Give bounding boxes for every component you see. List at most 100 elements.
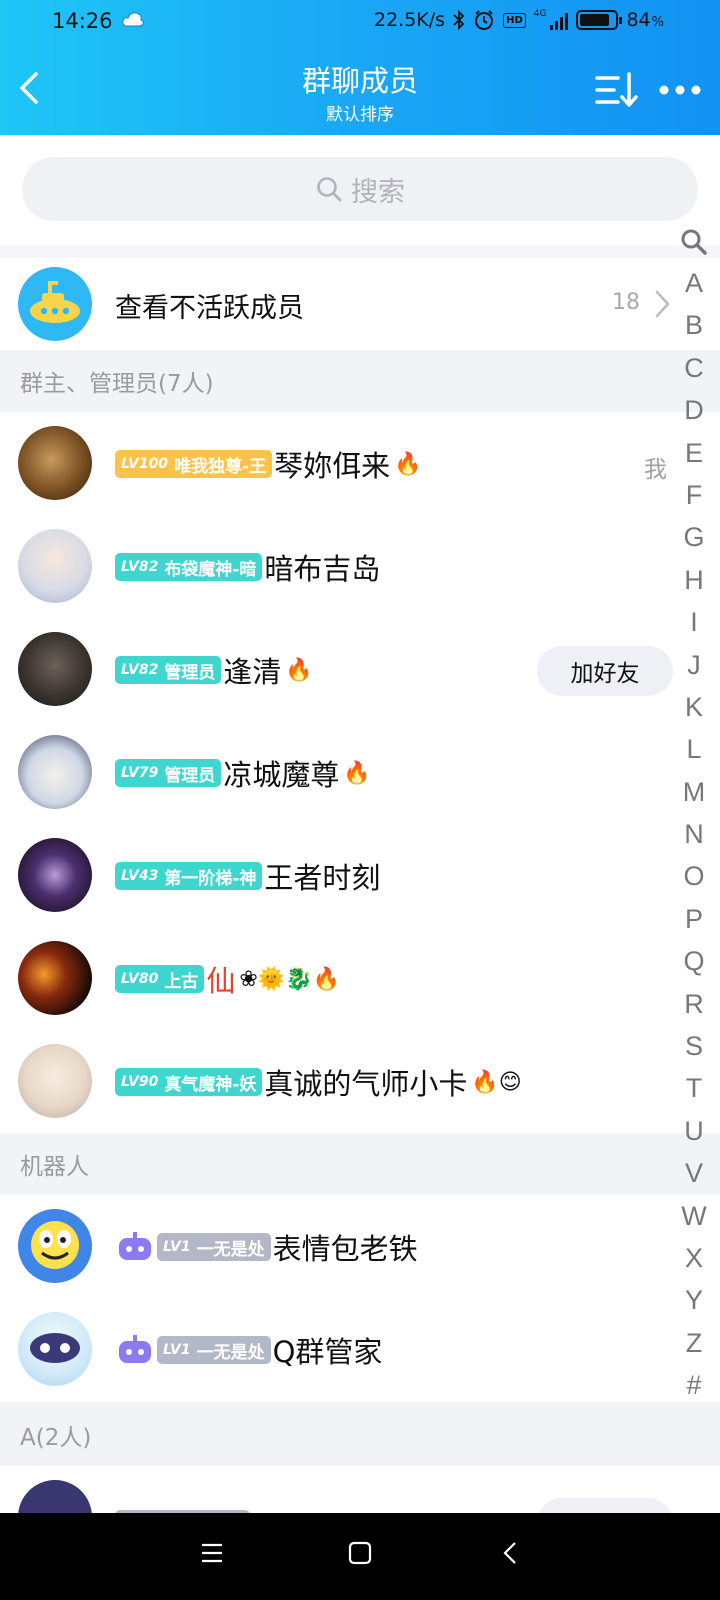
- index-letter[interactable]: H: [676, 559, 712, 601]
- network-type: 4G: [533, 9, 547, 19]
- robot-row[interactable]: LV1 一无是处 Q群管家: [0, 1298, 720, 1401]
- inactive-members-row[interactable]: 查看不活跃成员 18: [0, 258, 720, 350]
- index-search-icon[interactable]: [676, 222, 712, 262]
- index-letter[interactable]: K: [676, 686, 712, 728]
- me-tag: 我: [644, 457, 667, 483]
- index-letter[interactable]: U: [676, 1110, 712, 1152]
- index-letter[interactable]: C: [676, 347, 712, 389]
- section-robots: 机器人: [0, 1133, 720, 1195]
- inactive-count: 18: [612, 290, 640, 315]
- signal-icon: 4G: [534, 10, 569, 30]
- sort-icon[interactable]: [594, 70, 640, 110]
- index-letter[interactable]: W: [676, 1195, 712, 1237]
- member-row[interactable]: [0, 1466, 720, 1513]
- avatar: [18, 1209, 92, 1283]
- robot-icon: [119, 1232, 151, 1260]
- more-icon[interactable]: [656, 76, 704, 104]
- index-letter[interactable]: T: [676, 1067, 712, 1109]
- index-letter[interactable]: Q: [676, 940, 712, 982]
- avatar: [18, 1044, 92, 1118]
- level-badge: LV82 布袋魔神-暗: [115, 553, 263, 581]
- robot-row[interactable]: LV1 一无是处 表情包老铁: [0, 1195, 720, 1298]
- index-letter[interactable]: N: [676, 813, 712, 855]
- member-row[interactable]: LV80 上古 仙 ❀🌞🐉🔥: [0, 927, 720, 1030]
- member-name: 琴妳佴来: [274, 449, 391, 483]
- network-speed: 22.5K/s: [374, 9, 446, 31]
- member-name: 暗布吉岛: [264, 552, 381, 586]
- level-badge: LV100 唯我独尊-王: [115, 450, 273, 478]
- index-letter[interactable]: Y: [676, 1279, 712, 1321]
- header: 14:26 22.5K/s HD 4G 84% 群聊成员 默认排序: [0, 0, 720, 135]
- avatar: [18, 735, 92, 809]
- avatar: [18, 529, 92, 603]
- member-row[interactable]: LV90 真气魔神-妖 真诚的气师小卡 🔥😊: [0, 1030, 720, 1133]
- level-badge: LV80 上古: [115, 965, 205, 993]
- member-name: 王者时刻: [264, 861, 381, 895]
- index-letter[interactable]: J: [676, 644, 712, 686]
- chevron-right-icon: [655, 290, 670, 318]
- emoji-icons: ❀🌞🐉🔥: [239, 966, 340, 992]
- index-letter[interactable]: I: [676, 601, 712, 643]
- index-letter[interactable]: Z: [676, 1322, 712, 1364]
- search-area: 搜索: [0, 135, 720, 245]
- level-badge: LV90 真气魔神-妖: [115, 1068, 263, 1096]
- avatar: [18, 838, 92, 912]
- level-badge: LV1 一无是处: [157, 1233, 271, 1261]
- member-row[interactable]: LV82 布袋魔神-暗 暗布吉岛: [0, 515, 720, 618]
- submarine-icon: [18, 267, 92, 341]
- add-friend-button[interactable]: [537, 1498, 673, 1513]
- avatar: [18, 941, 92, 1015]
- member-name: 仙: [206, 964, 236, 998]
- level-badge: LV1 一无是处: [157, 1336, 271, 1364]
- member-row[interactable]: LV43 第一阶梯-神 王者时刻: [0, 824, 720, 927]
- member-name: 逢清: [223, 655, 282, 689]
- member-name: 真诚的气师小卡: [264, 1067, 468, 1101]
- robot-icon: [119, 1335, 151, 1363]
- bluetooth-icon: [453, 10, 465, 30]
- index-letter[interactable]: M: [676, 771, 712, 813]
- status-bar: 14:26 22.5K/s HD 4G 84%: [0, 0, 720, 44]
- search-icon: [317, 177, 342, 202]
- battery-icon: [576, 10, 623, 30]
- member-row[interactable]: LV82 管理员 逢清 🔥 加好友: [0, 618, 720, 721]
- cloud-icon: [122, 12, 144, 27]
- alarm-icon: [475, 10, 494, 30]
- index-letter[interactable]: #: [676, 1364, 712, 1406]
- back-nav-icon[interactable]: [502, 1541, 518, 1565]
- index-letter[interactable]: O: [676, 855, 712, 897]
- fire-icon: 🔥: [285, 657, 313, 683]
- robot-name: 表情包老铁: [272, 1232, 418, 1266]
- alphabet-index[interactable]: A B C D E F G H I J K L M N O P Q R S T U V W X Y Z #: [676, 222, 712, 1400]
- navbar: 群聊成员 默认排序: [0, 48, 720, 134]
- home-icon[interactable]: [348, 1541, 372, 1565]
- index-letter[interactable]: E: [676, 432, 712, 474]
- status-right: 22.5K/s HD 4G 84%: [374, 9, 664, 31]
- index-letter[interactable]: F: [676, 474, 712, 516]
- index-letter[interactable]: R: [676, 983, 712, 1025]
- emoji-icons: 🔥😊: [471, 1069, 522, 1095]
- avatar: [18, 632, 92, 706]
- index-letter[interactable]: D: [676, 389, 712, 431]
- index-letter[interactable]: B: [676, 304, 712, 346]
- menu-icon[interactable]: [200, 1541, 224, 1565]
- index-letter[interactable]: P: [676, 898, 712, 940]
- inactive-members-label: 查看不活跃成员: [115, 293, 304, 324]
- index-letter[interactable]: A: [676, 262, 712, 304]
- index-letter[interactable]: V: [676, 1152, 712, 1194]
- fire-icon: 🔥: [394, 451, 422, 477]
- index-letter[interactable]: L: [676, 728, 712, 770]
- avatar: [18, 1480, 92, 1513]
- search-placeholder: 搜索: [351, 176, 405, 208]
- index-letter[interactable]: X: [676, 1237, 712, 1279]
- member-row[interactable]: LV100 唯我独尊-王 琴妳佴来 🔥 我: [0, 412, 720, 515]
- index-letter[interactable]: G: [676, 516, 712, 558]
- search-input[interactable]: 搜索: [22, 157, 698, 221]
- add-friend-button[interactable]: 加好友: [537, 646, 673, 696]
- level-badge: LV79 管理员: [115, 759, 222, 787]
- index-letter[interactable]: S: [676, 1025, 712, 1067]
- hd-icon: HD: [503, 12, 526, 28]
- member-row[interactable]: LV79 管理员 凉城魔尊 🔥: [0, 721, 720, 824]
- level-badge: LV82 管理员: [115, 656, 222, 684]
- status-time: 14:26: [52, 9, 113, 33]
- member-name: 凉城魔尊: [223, 758, 340, 792]
